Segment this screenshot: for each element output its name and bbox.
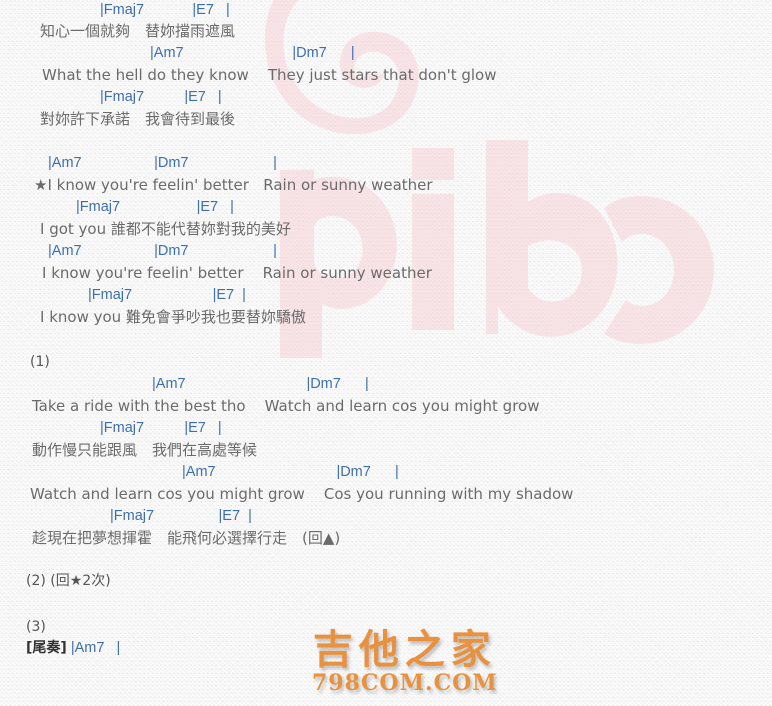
- lyric-line: I know you're feelin' better Rain or sun…: [42, 264, 432, 282]
- lyric-line: What the hell do they know They just sta…: [42, 66, 497, 84]
- chord-line: |Am7 |Dm7 |: [150, 45, 355, 61]
- chord-line: |Fmaj7 |E7 |: [76, 199, 234, 215]
- section-marker: (3): [26, 619, 46, 635]
- lyric-line: I got you 誰都不能代替妳對我的美好: [40, 220, 291, 238]
- watermark-brand-url: 798COM.COM: [312, 670, 498, 696]
- lyric-line: 動作慢只能跟風 我們在高處等候: [32, 441, 258, 459]
- lyric-line: 對妳許下承諾 我會待到最後: [40, 110, 236, 128]
- section-marker: (1): [30, 354, 50, 370]
- lyric-line: I know you 難免會爭吵我也要替妳驕傲: [40, 308, 306, 326]
- chord-line: |Fmaj7 |E7 |: [110, 508, 252, 524]
- lyric-line: Take a ride with the best tho Watch and …: [32, 397, 540, 415]
- chord-line: |Fmaj7 |E7 |: [100, 89, 222, 105]
- chord-line: |Fmaj7 |E7 |: [100, 420, 222, 436]
- chord-line: |Fmaj7 |E7 |: [100, 2, 230, 18]
- chord-line: |Fmaj7 |E7 |: [88, 287, 246, 303]
- outro-section-tag: [尾奏]: [26, 640, 67, 656]
- chord-line: |Am7 |Dm7 |: [182, 464, 399, 480]
- lyric-line: ★I know you're feelin' better Rain or su…: [34, 176, 433, 194]
- lyric-line: 趁現在把夢想揮霍 能飛何必選擇行走 (回▲): [32, 529, 341, 547]
- lyric-line: Watch and learn cos you might grow Cos y…: [30, 485, 574, 503]
- outro-chord: |Am7 |: [66, 640, 121, 656]
- lyric-line: 知心一個就夠 替妳擋雨遮風: [40, 22, 236, 40]
- chord-line: |Am7 |Dm7 |: [48, 243, 277, 259]
- site-watermark: 吉他之家 798COM.COM: [312, 630, 498, 694]
- paper-texture-background: [0, 0, 772, 706]
- section-marker: (2) (回★2次): [26, 573, 111, 589]
- outro-line: [尾奏] |Am7 |: [26, 640, 120, 656]
- chord-line: |Am7 |Dm7 |: [48, 155, 277, 171]
- chord-line: |Am7 |Dm7 |: [152, 376, 369, 392]
- watermark-brand-cn: 吉他之家: [312, 627, 497, 673]
